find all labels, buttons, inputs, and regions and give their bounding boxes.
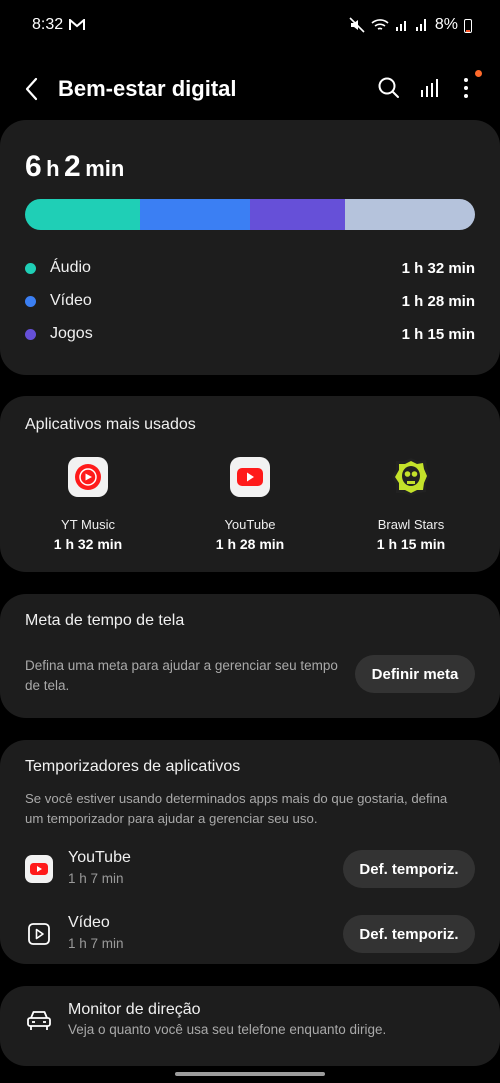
video-play-icon bbox=[28, 923, 50, 945]
description-line: um temporizador para ajudar a gerenciar … bbox=[25, 811, 318, 826]
legend-dot bbox=[25, 262, 36, 274]
driving-monitor-description: Veja o quanto você usa seu telefone enqu… bbox=[68, 1022, 387, 1037]
timer-app-name: YouTube bbox=[68, 849, 131, 866]
legend-dot bbox=[25, 295, 36, 307]
car-icon bbox=[27, 1011, 51, 1030]
status-time: 8:32 bbox=[32, 16, 64, 33]
usage-bar-segment bbox=[344, 199, 475, 230]
app-name: Brawl Stars bbox=[377, 517, 445, 532]
section-title: Temporizadores de aplicativos bbox=[25, 758, 241, 775]
driving-monitor-card[interactable]: Monitor de direção Veja o quanto você us… bbox=[0, 986, 500, 1066]
more-options-icon[interactable] bbox=[453, 75, 479, 101]
timer-app-name: Vídeo bbox=[68, 914, 110, 931]
section-title: Aplicativos mais usados bbox=[25, 416, 196, 433]
legend-row-games: Jogos 1 h 15 min bbox=[25, 322, 475, 346]
notification-dot bbox=[475, 70, 482, 77]
description-line: Se você estiver usando determinados apps… bbox=[25, 791, 448, 806]
brawl-stars-icon bbox=[392, 458, 430, 496]
back-arrow-icon[interactable] bbox=[22, 76, 44, 102]
app-item-yt-music[interactable]: YT Music 1 h 32 min bbox=[18, 456, 158, 552]
driving-monitor-title: Monitor de direção bbox=[68, 1001, 201, 1018]
page-title: Bem-estar digital bbox=[58, 76, 237, 101]
usage-bar bbox=[25, 199, 475, 230]
app-timers-description: Se você estiver usando determinados apps… bbox=[25, 789, 447, 829]
section-title: Meta de tempo de tela bbox=[25, 612, 185, 629]
timer-app-time: 1 h 7 min bbox=[68, 871, 124, 886]
wifi-icon bbox=[371, 19, 389, 30]
hours-unit: h bbox=[46, 156, 60, 181]
legend-value: 1 h 28 min bbox=[401, 292, 475, 310]
legend-label: Vídeo bbox=[50, 292, 92, 309]
usage-bar-segment bbox=[139, 199, 250, 230]
youtube-icon bbox=[25, 855, 53, 883]
app-name: YT Music bbox=[61, 517, 115, 532]
screen-goal-description: Defina uma meta para ajudar a gerenciar … bbox=[25, 656, 338, 696]
timer-app-time: 1 h 7 min bbox=[68, 936, 124, 951]
legend-row-video: Vídeo 1 h 28 min bbox=[25, 289, 475, 313]
signal-icon-2 bbox=[415, 19, 426, 31]
app-item-youtube[interactable]: YouTube 1 h 28 min bbox=[180, 456, 320, 552]
usage-bar-segment bbox=[25, 199, 140, 230]
screen-goal-card: Meta de tempo de tela Defina uma meta pa… bbox=[0, 594, 500, 718]
timer-row-video[interactable]: Vídeo 1 h 7 min Def. temporiz. bbox=[25, 914, 475, 958]
legend-label: Jogos bbox=[50, 325, 93, 342]
total-hours: 6 bbox=[25, 150, 42, 183]
description-line: de tela. bbox=[25, 678, 70, 693]
app-timers-card: Temporizadores de aplicativos Se você es… bbox=[0, 740, 500, 964]
app-time: 1 h 28 min bbox=[215, 536, 285, 552]
legend-row-audio: Áudio 1 h 32 min bbox=[25, 256, 475, 280]
total-minutes: 2 bbox=[64, 150, 81, 183]
mute-icon bbox=[349, 17, 365, 33]
most-used-apps-card: Aplicativos mais usados YT Music 1 h 32 … bbox=[0, 396, 500, 572]
timer-row-youtube[interactable]: YouTube 1 h 7 min Def. temporiz. bbox=[25, 849, 475, 893]
app-bar: Bem-estar digital bbox=[0, 62, 500, 114]
app-time: 1 h 32 min bbox=[53, 536, 123, 552]
total-screen-time: 6 h 2 min bbox=[25, 150, 124, 184]
stats-icon[interactable] bbox=[417, 75, 443, 101]
search-icon[interactable] bbox=[376, 75, 402, 101]
set-timer-button[interactable]: Def. temporiz. bbox=[343, 850, 475, 888]
set-goal-button[interactable]: Definir meta bbox=[355, 655, 475, 693]
signal-icon bbox=[395, 21, 406, 31]
youtube-icon bbox=[230, 457, 270, 497]
gmail-icon bbox=[69, 19, 86, 30]
set-timer-button[interactable]: Def. temporiz. bbox=[343, 915, 475, 953]
legend-value: 1 h 32 min bbox=[401, 259, 475, 277]
legend-label: Áudio bbox=[50, 259, 91, 276]
legend-dot bbox=[25, 328, 36, 340]
app-name: YouTube bbox=[224, 517, 276, 532]
usage-summary-card[interactable]: 6 h 2 min Áudio 1 h 32 min Vídeo 1 h 28 … bbox=[0, 120, 500, 375]
usage-bar-segment bbox=[250, 199, 345, 230]
yt-music-icon bbox=[68, 457, 108, 497]
app-item-brawl-stars[interactable]: Brawl Stars 1 h 15 min bbox=[341, 456, 481, 552]
description-line: Defina uma meta para ajudar a gerenciar … bbox=[25, 658, 338, 673]
app-time: 1 h 15 min bbox=[376, 536, 446, 552]
battery-icon bbox=[464, 18, 472, 33]
legend-value: 1 h 15 min bbox=[401, 325, 475, 343]
status-bar: 8:32 8% bbox=[0, 0, 500, 50]
home-indicator[interactable] bbox=[175, 1072, 325, 1076]
battery-percent: 8% bbox=[434, 16, 458, 33]
minutes-unit: min bbox=[85, 156, 125, 181]
